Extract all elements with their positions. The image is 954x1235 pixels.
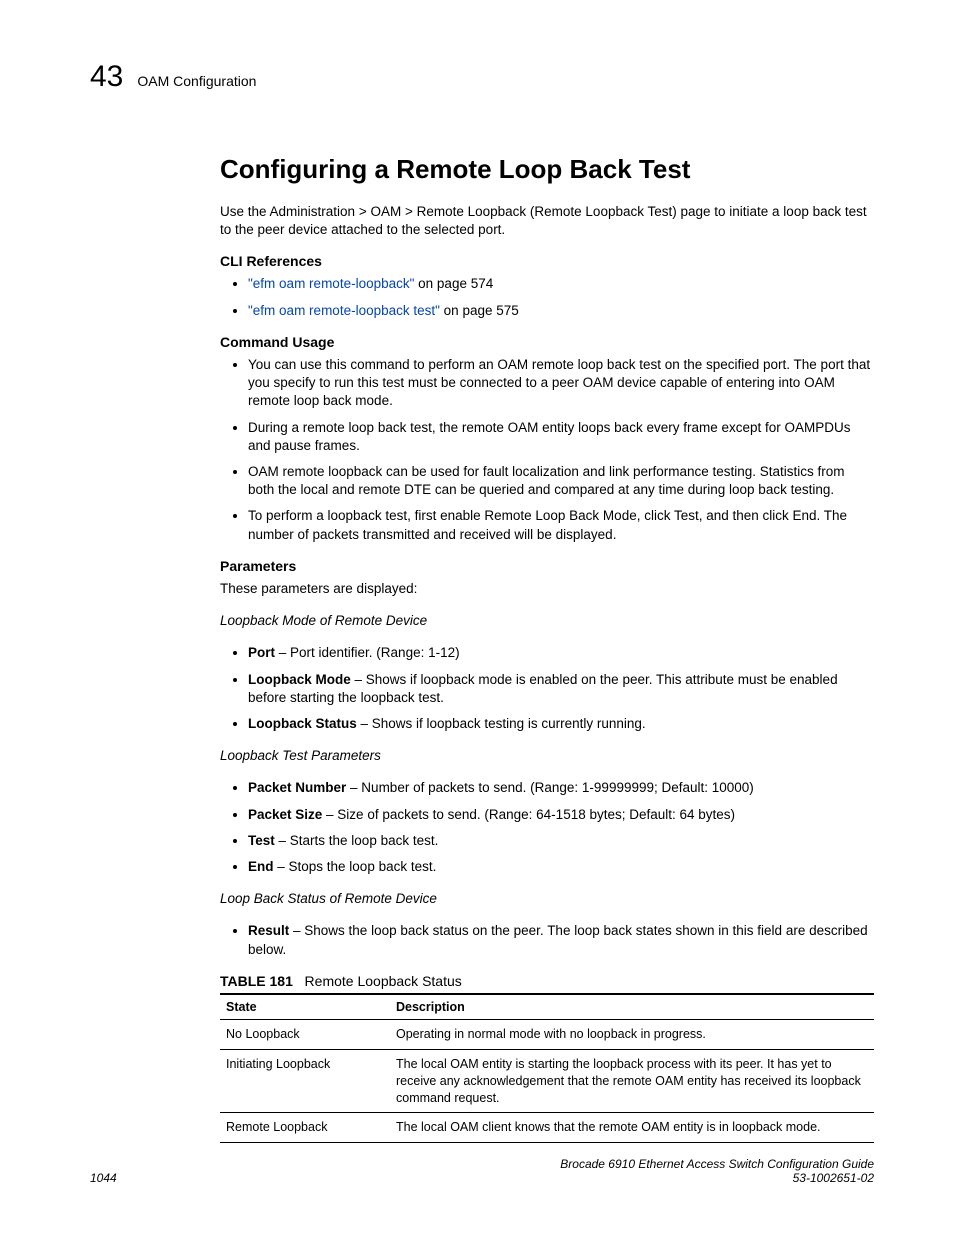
cross-reference-link[interactable]: "efm oam remote-loopback" xyxy=(248,276,414,291)
param-group-title: Loopback Mode of Remote Device xyxy=(220,612,874,630)
chapter-number: 43 xyxy=(90,60,123,94)
param-name: Packet Size xyxy=(248,807,322,822)
usage-item: During a remote loop back test, the remo… xyxy=(248,419,874,455)
parameters-lede: These parameters are displayed: xyxy=(220,580,874,598)
table-header-row: State Description xyxy=(220,994,874,1020)
param-desc: – Port identifier. (Range: 1-12) xyxy=(275,645,460,660)
param-name: Packet Number xyxy=(248,780,346,795)
loopback-status-table: State Description No Loopback Operating … xyxy=(220,993,874,1143)
param-item: End – Stops the loop back test. xyxy=(248,858,874,876)
chapter-title: OAM Configuration xyxy=(137,73,256,89)
doc-number: 53-1002651-02 xyxy=(560,1171,874,1185)
page-footer: 1044 Brocade 6910 Ethernet Access Switch… xyxy=(90,1157,874,1185)
cell-description: The local OAM entity is starting the loo… xyxy=(390,1049,874,1113)
cross-reference-link[interactable]: "efm oam remote-loopback test" xyxy=(248,303,440,318)
param-desc: – Starts the loop back test. xyxy=(275,833,439,848)
table-label: TABLE 181 xyxy=(220,973,293,989)
col-header-description: Description xyxy=(390,994,874,1020)
usage-item: To perform a loopback test, first enable… xyxy=(248,507,874,543)
book-title: Brocade 6910 Ethernet Access Switch Conf… xyxy=(560,1157,874,1171)
param-item: Result – Shows the loop back status on t… xyxy=(248,922,874,958)
table-row: No Loopback Operating in normal mode wit… xyxy=(220,1019,874,1049)
usage-item: You can use this command to perform an O… xyxy=(248,356,874,411)
param-desc: – Shows the loop back status on the peer… xyxy=(248,923,868,956)
cli-ref-suffix: on page 575 xyxy=(440,303,519,318)
param-name: End xyxy=(248,859,274,874)
cell-state: Remote Loopback xyxy=(220,1113,390,1143)
cli-ref-suffix: on page 574 xyxy=(414,276,493,291)
cell-state: Initiating Loopback xyxy=(220,1049,390,1113)
section-heading: Configuring a Remote Loop Back Test xyxy=(220,154,874,185)
param-list: Port – Port identifier. (Range: 1-12) Lo… xyxy=(220,644,874,733)
command-usage-list: You can use this command to perform an O… xyxy=(220,356,874,544)
intro-paragraph: Use the Administration > OAM > Remote Lo… xyxy=(220,203,874,239)
page-number: 1044 xyxy=(90,1171,117,1185)
param-item: Port – Port identifier. (Range: 1-12) xyxy=(248,644,874,662)
param-item: Packet Number – Number of packets to sen… xyxy=(248,779,874,797)
param-item: Loopback Status – Shows if loopback test… xyxy=(248,715,874,733)
table-row: Remote Loopback The local OAM client kno… xyxy=(220,1113,874,1143)
cli-ref-item: "efm oam remote-loopback test" on page 5… xyxy=(248,302,874,320)
param-list: Packet Number – Number of packets to sen… xyxy=(220,779,874,876)
param-desc: – Size of packets to send. (Range: 64-15… xyxy=(322,807,735,822)
body-content: Configuring a Remote Loop Back Test Use … xyxy=(220,154,874,1143)
param-item: Packet Size – Size of packets to send. (… xyxy=(248,806,874,824)
param-name: Result xyxy=(248,923,289,938)
param-name: Loopback Mode xyxy=(248,672,351,687)
page: 43 OAM Configuration Configuring a Remot… xyxy=(0,0,954,1235)
param-group-title: Loop Back Status of Remote Device xyxy=(220,890,874,908)
param-name: Test xyxy=(248,833,275,848)
cell-description: Operating in normal mode with no loopbac… xyxy=(390,1019,874,1049)
param-group-title: Loopback Test Parameters xyxy=(220,747,874,765)
param-item: Test – Starts the loop back test. xyxy=(248,832,874,850)
cli-references-heading: CLI References xyxy=(220,253,874,269)
cli-references-list: "efm oam remote-loopback" on page 574 "e… xyxy=(220,275,874,319)
table-row: Initiating Loopback The local OAM entity… xyxy=(220,1049,874,1113)
param-desc: – Stops the loop back test. xyxy=(274,859,437,874)
param-item: Loopback Mode – Shows if loopback mode i… xyxy=(248,671,874,707)
footer-right: Brocade 6910 Ethernet Access Switch Conf… xyxy=(560,1157,874,1185)
col-header-state: State xyxy=(220,994,390,1020)
cell-state: No Loopback xyxy=(220,1019,390,1049)
param-desc: – Shows if loopback testing is currently… xyxy=(357,716,646,731)
param-list: Result – Shows the loop back status on t… xyxy=(220,922,874,958)
param-name: Loopback Status xyxy=(248,716,357,731)
usage-item: OAM remote loopback can be used for faul… xyxy=(248,463,874,499)
running-header: 43 OAM Configuration xyxy=(90,60,874,94)
cell-description: The local OAM client knows that the remo… xyxy=(390,1113,874,1143)
parameters-heading: Parameters xyxy=(220,558,874,574)
param-desc: – Number of packets to send. (Range: 1-9… xyxy=(346,780,754,795)
table-caption: TABLE 181 Remote Loopback Status xyxy=(220,973,874,989)
command-usage-heading: Command Usage xyxy=(220,334,874,350)
param-name: Port xyxy=(248,645,275,660)
table-title: Remote Loopback Status xyxy=(305,973,462,989)
cli-ref-item: "efm oam remote-loopback" on page 574 xyxy=(248,275,874,293)
